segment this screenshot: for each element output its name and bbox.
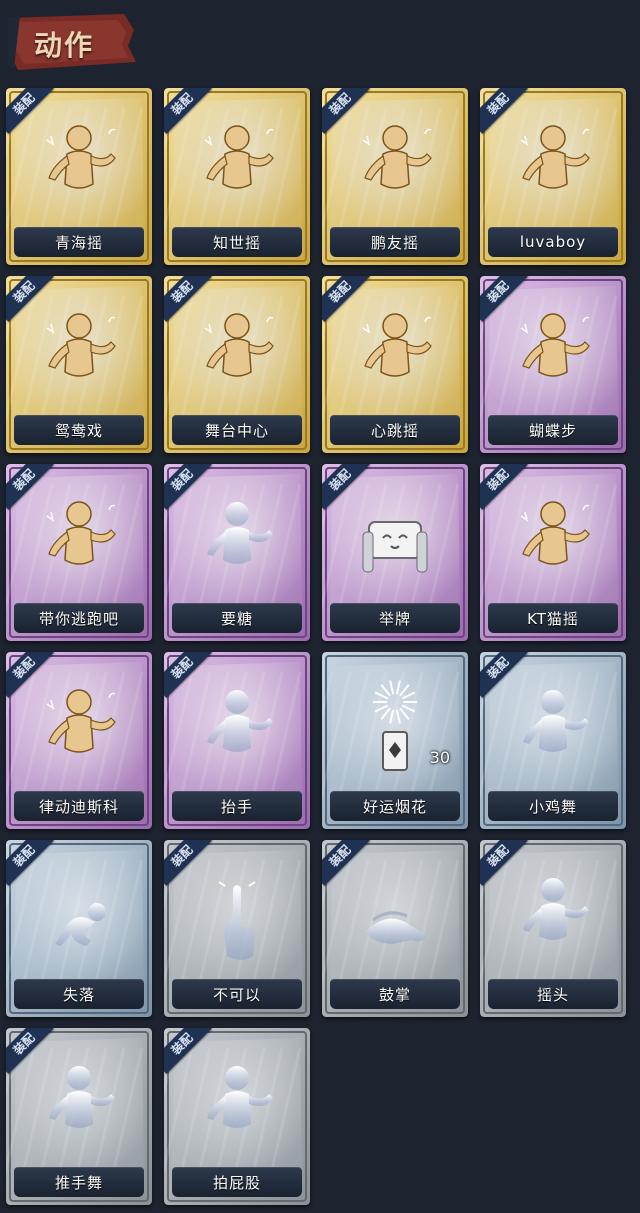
ghost-figure-icon (49, 1066, 115, 1128)
emote-name: 鸳鸯戏 (54, 421, 103, 440)
emote-card[interactable]: 装配 摇头 (480, 840, 626, 1017)
name-plate: 心跳摇 (330, 415, 460, 445)
name-plate: 舞台中心 (172, 415, 302, 445)
name-plate: 知世摇 (172, 227, 302, 257)
dancer-icon (362, 313, 432, 377)
emote-name: 摇头 (536, 985, 569, 1004)
emote-name: 拍屁股 (212, 1173, 261, 1192)
emote-name: 鼓掌 (378, 985, 411, 1004)
emote-card[interactable]: 装配 推手舞 (6, 1028, 152, 1205)
dancer-icon (204, 313, 274, 377)
emote-card[interactable]: 装配 心跳摇 (322, 276, 468, 453)
name-plate: 律动迪斯科 (14, 791, 144, 821)
dancer-icon (362, 125, 432, 189)
name-plate: 鼓掌 (330, 979, 460, 1009)
emote-name: 举牌 (378, 609, 411, 628)
emote-card[interactable]: 装配 KT猫摇 (480, 464, 626, 641)
name-plate: 带你逃跑吧 (14, 603, 144, 633)
emote-card[interactable]: 装配 蝴蝶步 (480, 276, 626, 453)
emote-card[interactable]: 装配 青海摇 (6, 88, 152, 265)
name-plate: 鹏友摇 (330, 227, 460, 257)
dancer-icon (46, 689, 116, 753)
emote-name: 小鸡舞 (528, 797, 577, 816)
emote-card[interactable]: 装配 抬手 (164, 652, 310, 829)
name-plate: 蝴蝶步 (488, 415, 618, 445)
emote-name: 知世摇 (212, 233, 261, 252)
emote-card[interactable]: 装配 小鸡舞 (480, 652, 626, 829)
name-plate: 小鸡舞 (488, 791, 618, 821)
name-plate: 抬手 (172, 791, 302, 821)
name-plate: luvaboy (488, 227, 618, 257)
dancer-icon (520, 125, 590, 189)
name-plate: 失落 (14, 979, 144, 1009)
emote-card[interactable]: 装配 律动迪斯科 (6, 652, 152, 829)
dancer-icon (204, 125, 274, 189)
emote-card[interactable]: 装配 舞台中心 (164, 276, 310, 453)
ghost-figure-icon (523, 878, 589, 940)
name-plate: 鸳鸯戏 (14, 415, 144, 445)
emote-card[interactable]: 装配 鸳鸯戏 (6, 276, 152, 453)
section-header: 动作 (6, 10, 136, 72)
emote-card[interactable]: 装配 失落 (6, 840, 152, 1017)
ghost-figure-icon (207, 1066, 273, 1128)
emote-card[interactable]: 装配 要糖 (164, 464, 310, 641)
emote-name: 律动迪斯科 (38, 797, 119, 816)
crawl-figure-icon (55, 903, 106, 946)
clap-icon (365, 911, 427, 944)
item-count: 30 (429, 748, 450, 767)
ghost-figure-icon (207, 690, 273, 752)
emote-card[interactable]: 装配 知世摇 (164, 88, 310, 265)
dancer-icon (520, 501, 590, 565)
emote-card[interactable]: 30 好运烟花 (322, 652, 468, 829)
dancer-icon (46, 501, 116, 565)
name-plate: 青海摇 (14, 227, 144, 257)
emote-card[interactable]: 装配 鹏友摇 (322, 88, 468, 265)
emote-card[interactable]: 装配 举牌 (322, 464, 468, 641)
emote-name: 推手舞 (54, 1173, 103, 1192)
emote-card[interactable]: 装配 拍屁股 (164, 1028, 310, 1205)
emote-name: luvaboy (519, 233, 587, 251)
emote-name: 心跳摇 (370, 421, 419, 440)
name-plate: KT猫摇 (488, 603, 618, 633)
name-plate: 好运烟花 (330, 791, 460, 821)
silver-figure-icon (523, 690, 589, 752)
emote-name: 抬手 (220, 797, 253, 816)
emote-name: 舞台中心 (204, 421, 269, 440)
name-plate: 摇头 (488, 979, 618, 1009)
dancer-icon (46, 313, 116, 377)
emote-name: 不可以 (212, 985, 261, 1004)
finger-icon (218, 881, 256, 960)
dancer-icon (46, 125, 116, 189)
emote-name: 鹏友摇 (370, 233, 419, 252)
emote-card[interactable]: 装配 不可以 (164, 840, 310, 1017)
emote-card[interactable]: 装配 带你逃跑吧 (6, 464, 152, 641)
emote-card[interactable]: 装配 luvaboy (480, 88, 626, 265)
name-plate: 不可以 (172, 979, 302, 1009)
name-plate: 要糖 (172, 603, 302, 633)
page-title: 动作 (34, 29, 95, 62)
emote-name: 青海摇 (54, 233, 103, 252)
ghost-figure-icon (207, 502, 273, 564)
name-plate: 推手舞 (14, 1167, 144, 1197)
emote-name: 失落 (62, 985, 95, 1004)
emote-name: KT猫摇 (527, 609, 579, 628)
emote-card[interactable]: 装配 鼓掌 (322, 840, 468, 1017)
emote-name: 好运烟花 (362, 797, 427, 816)
dancer-icon (520, 313, 590, 377)
sign-icon (362, 521, 428, 573)
emote-name: 要糖 (220, 609, 253, 628)
firework-icon (373, 680, 417, 771)
emote-name: 蝴蝶步 (528, 421, 577, 440)
name-plate: 举牌 (330, 603, 460, 633)
name-plate: 拍屁股 (172, 1167, 302, 1197)
emote-name: 带你逃跑吧 (38, 609, 119, 628)
